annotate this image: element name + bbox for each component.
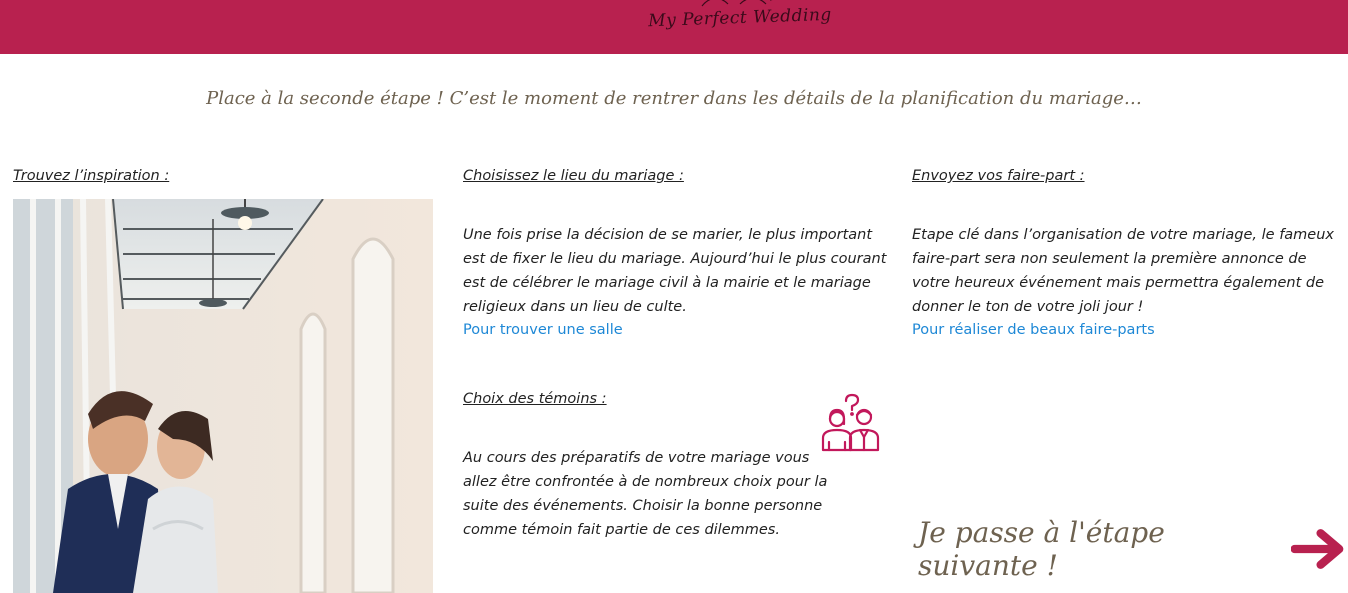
venue-title: Choisissez le lieu du mariage : (463, 168, 684, 184)
invitations-line: votre heureux événement mais permettra é… (912, 275, 1325, 291)
invitations-title: Envoyez vos faire-part : (912, 168, 1085, 184)
site-header: My Perfect Wedding (0, 0, 1348, 54)
invitations-line: Etape clé dans l’organisation de votre m… (912, 227, 1335, 243)
find-venue-link[interactable]: Pour trouver une salle (463, 322, 623, 338)
venue-line: religieux dans un lieu de culte. (463, 299, 687, 315)
witness-line: suite des événements. Choisir la bonne p… (463, 498, 823, 514)
witness-line: comme témoin fait partie de ces dilemmes… (463, 522, 780, 538)
inspiration-title: Trouvez l’inspiration : (13, 168, 170, 184)
arrow-right-icon (1290, 529, 1343, 569)
venue-line: est de fixer le lieu du mariage. Aujourd… (463, 251, 887, 267)
witness-line: Au cours des préparatifs de votre mariag… (463, 450, 810, 466)
next-step-button[interactable]: Je passe à l'étape suivante ! (918, 516, 1348, 582)
witness-line: allez être confrontée à de nombreux choi… (463, 474, 828, 490)
venue-line: est de célébrer le mariage civil à la ma… (463, 275, 871, 291)
invitations-line: faire-part sera non seulement la premièr… (912, 251, 1307, 267)
witness-title: Choix des témoins : (463, 391, 607, 407)
wedding-couple-photo (13, 199, 433, 593)
couple-question-icon (821, 393, 880, 452)
invitations-link[interactable]: Pour réaliser de beaux faire-parts (912, 322, 1155, 338)
site-logo[interactable]: My Perfect Wedding (640, 0, 840, 54)
invitations-line: donner le ton de votre joli jour ! (912, 299, 1144, 315)
venue-line: Une fois prise la décision de se marier,… (463, 227, 873, 243)
next-step-label: Je passe à l'étape suivante ! (918, 516, 1165, 582)
intro-heading: Place à la seconde étape ! C’est le mome… (206, 88, 1142, 109)
logo-text: My Perfect Wedding (647, 4, 833, 32)
